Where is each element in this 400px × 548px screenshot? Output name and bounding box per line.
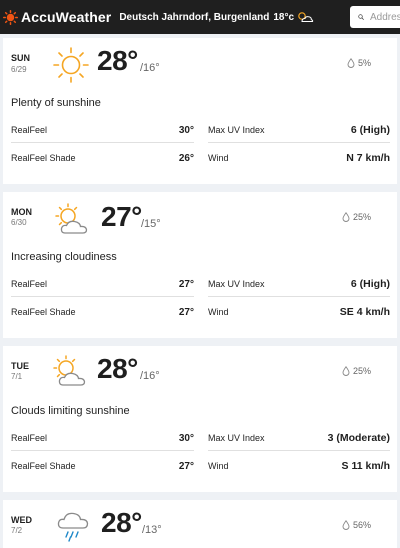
uv-index-value: 6 (High) bbox=[350, 124, 390, 136]
precipitation-value: 56% bbox=[352, 520, 371, 530]
forecast-phrase: Plenty of sunshine bbox=[11, 97, 101, 109]
realfeel-row: RealFeel 30° bbox=[11, 426, 194, 450]
uv-index-label: Max UV Index bbox=[208, 279, 265, 289]
realfeel-label: RealFeel bbox=[11, 279, 48, 289]
wind-row: Wind S 11 km/h bbox=[208, 454, 390, 478]
wind-label: Wind bbox=[208, 461, 229, 471]
current-temperature: 18°c bbox=[273, 11, 295, 23]
wind-value: SE 4 km/h bbox=[339, 306, 390, 318]
brand-name: AccuWeather bbox=[21, 9, 112, 25]
uv-index-label: Max UV Index bbox=[208, 125, 265, 135]
precipitation-value: 25% bbox=[352, 366, 371, 376]
wind-value: N 7 km/h bbox=[346, 152, 390, 164]
realfeel-value: 30° bbox=[178, 124, 194, 136]
raindrop-icon bbox=[342, 520, 350, 530]
day-date: 7/2 bbox=[11, 526, 23, 535]
high-temperature: 28° bbox=[97, 45, 138, 76]
realfeel-label: RealFeel bbox=[11, 125, 48, 135]
realfeel-row: RealFeel 27° bbox=[11, 272, 194, 296]
divider bbox=[11, 142, 194, 143]
daily-forecast-card[interactable]: TUE 7/1 28° /16° 25% Clouds limiting sun… bbox=[3, 346, 397, 492]
low-temperature: /16° bbox=[140, 62, 160, 74]
day-name: MON bbox=[11, 207, 32, 217]
top-header: AccuWeather Deutsch Jahrndorf, Burgenlan… bbox=[0, 0, 400, 34]
daily-forecast-card[interactable]: WED 7/2 28° /13° 56% bbox=[3, 500, 397, 548]
low-temperature: /13° bbox=[142, 524, 162, 536]
realfeel-shade-row: RealFeel Shade 27° bbox=[11, 454, 194, 478]
day-name: SUN bbox=[11, 53, 31, 63]
realfeel-shade-row: RealFeel Shade 26° bbox=[11, 146, 194, 170]
forecast-phrase: Increasing cloudiness bbox=[11, 251, 117, 263]
low-temperature: /16° bbox=[140, 370, 160, 382]
low-temperature: /15° bbox=[141, 218, 161, 230]
uv-index-label: Max UV Index bbox=[208, 433, 265, 443]
raindrop-icon bbox=[342, 212, 350, 222]
accuweather-logo[interactable]: AccuWeather bbox=[3, 9, 111, 25]
day-date: 6/30 bbox=[11, 218, 27, 227]
wind-label: Wind bbox=[208, 307, 229, 317]
high-temperature: 27° bbox=[101, 201, 142, 232]
divider bbox=[11, 450, 194, 451]
uv-index-value: 6 (High) bbox=[350, 278, 390, 290]
wind-row: Wind SE 4 km/h bbox=[208, 300, 390, 324]
realfeel-value: 27° bbox=[178, 278, 194, 290]
uv-index-row: Max UV Index 3 (Moderate) bbox=[208, 426, 390, 450]
divider bbox=[208, 296, 390, 297]
realfeel-label: RealFeel bbox=[11, 433, 48, 443]
precipitation-chance: 5% bbox=[347, 58, 371, 68]
uv-index-value: 3 (Moderate) bbox=[327, 432, 390, 444]
sunny-icon bbox=[53, 47, 89, 83]
search-input[interactable] bbox=[370, 11, 400, 23]
search-box[interactable] bbox=[350, 6, 400, 28]
day-date: 7/1 bbox=[11, 372, 23, 381]
uv-index-row: Max UV Index 6 (High) bbox=[208, 272, 390, 296]
high-temperature: 28° bbox=[101, 507, 142, 538]
raindrop-icon bbox=[342, 366, 350, 376]
location-name[interactable]: Deutsch Jahrndorf, Burgenland bbox=[119, 12, 269, 23]
realfeel-shade-label: RealFeel Shade bbox=[11, 307, 76, 317]
day-date: 6/29 bbox=[11, 65, 27, 74]
partly-cloudy-icon bbox=[298, 12, 314, 22]
high-temperature: 28° bbox=[97, 353, 138, 384]
divider bbox=[208, 450, 390, 451]
daily-forecast-card[interactable]: MON 6/30 27° /15° 25% Increasing cloudin… bbox=[3, 192, 397, 338]
precipitation-chance: 25% bbox=[342, 212, 371, 222]
realfeel-shade-value: 26° bbox=[178, 152, 194, 164]
wind-row: Wind N 7 km/h bbox=[208, 146, 390, 170]
realfeel-shade-label: RealFeel Shade bbox=[11, 461, 76, 471]
search-icon bbox=[358, 14, 364, 20]
wind-label: Wind bbox=[208, 153, 229, 163]
sun-logo-icon bbox=[3, 9, 18, 25]
divider bbox=[11, 296, 194, 297]
wind-value: S 11 km/h bbox=[341, 460, 390, 472]
divider bbox=[208, 142, 390, 143]
precipitation-value: 25% bbox=[352, 212, 371, 222]
precipitation-value: 5% bbox=[357, 58, 371, 68]
precipitation-chance: 25% bbox=[342, 366, 371, 376]
uv-index-row: Max UV Index 6 (High) bbox=[208, 118, 390, 142]
realfeel-value: 30° bbox=[178, 432, 194, 444]
realfeel-row: RealFeel 30° bbox=[11, 118, 194, 142]
partly-cloudy-icon bbox=[55, 203, 88, 234]
partly-cloudy-icon bbox=[53, 355, 86, 386]
realfeel-shade-value: 27° bbox=[178, 306, 194, 318]
precipitation-chance: 56% bbox=[342, 520, 371, 530]
daily-forecast-card[interactable]: SUN 6/29 28° /16° 5% Plenty of sunshine … bbox=[3, 38, 397, 184]
realfeel-shade-label: RealFeel Shade bbox=[11, 153, 76, 163]
raindrop-icon bbox=[347, 58, 355, 68]
forecast-phrase: Clouds limiting sunshine bbox=[11, 405, 130, 417]
realfeel-shade-row: RealFeel Shade 27° bbox=[11, 300, 194, 324]
day-name: WED bbox=[11, 515, 32, 525]
realfeel-shade-value: 27° bbox=[178, 460, 194, 472]
day-name: TUE bbox=[11, 361, 29, 371]
rain-cloud-icon bbox=[57, 512, 89, 542]
